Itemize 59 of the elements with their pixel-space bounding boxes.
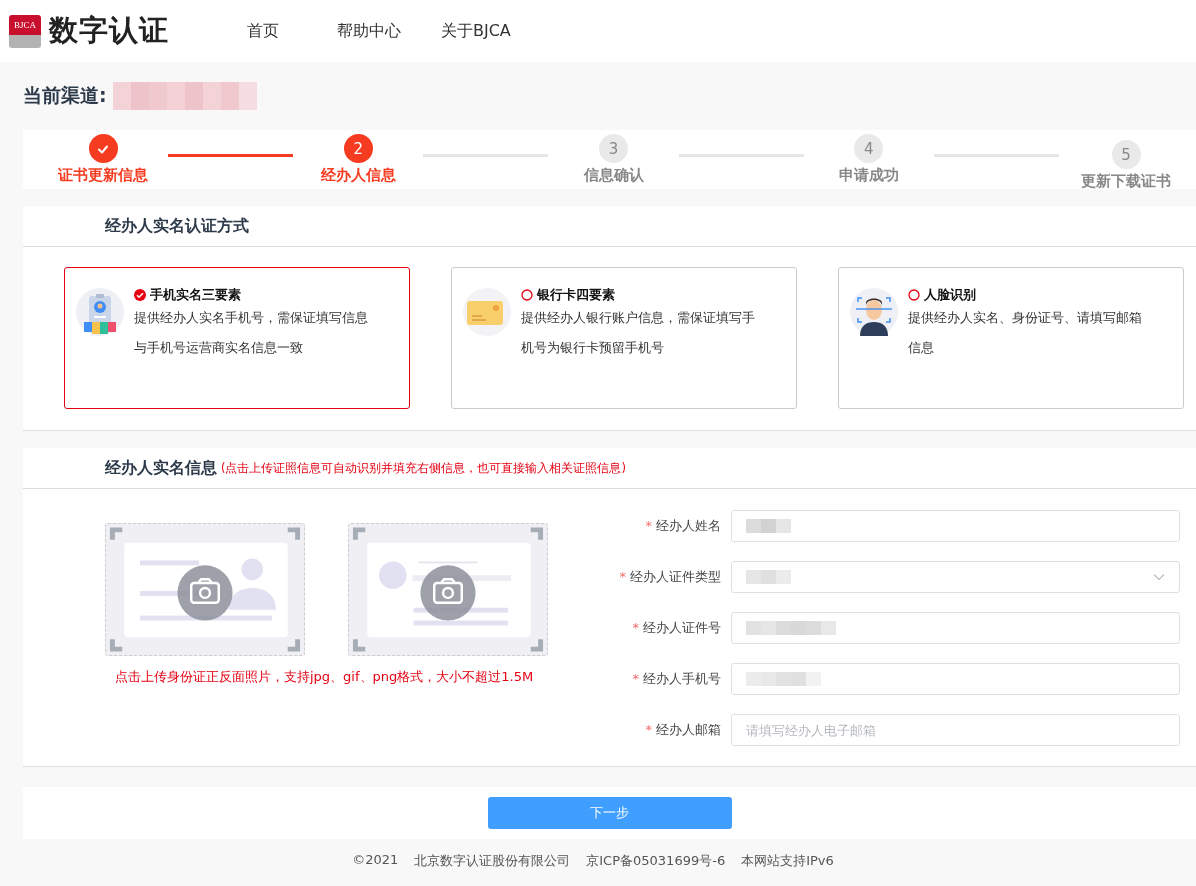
upload-area[interactable] [348,523,548,656]
method-title: 银行卡四要素 [537,286,615,304]
id-back-placeholder-icon [349,524,547,655]
required-mark: * [619,569,626,584]
radio-checked-icon [134,289,146,301]
step-number: 5 [1111,140,1141,169]
method-description: 提供经办人实名手机号，需保证填写信息与手机号运营商实名信息一致 [134,309,369,357]
upload-note: 点击上传身份证正反面照片，支持jpg、gif、png格式，大小不超过1.5M [115,668,535,686]
bank-card-icon [463,288,511,336]
channel-label: 当前渠道: [23,83,107,108]
nav-link[interactable]: 首页 [247,20,279,42]
upload-area[interactable] [105,523,305,656]
method-title: 手机实名三要素 [150,286,241,304]
id-front-placeholder-icon [106,524,304,655]
method-description: 提供经办人银行账户信息，需保证填写手机号为银行卡预留手机号 [521,309,756,357]
required-mark: * [632,620,639,635]
footer-text: 京ICP备05031699号-6 [586,852,726,870]
method-title: 人脸识别 [924,286,976,304]
required-mark: * [632,671,639,686]
method-card[interactable]: 银行卡四要素 提供经办人银行账户信息，需保证填写手机号为银行卡预留手机号 [451,267,797,409]
step-number: 4 [854,134,884,163]
logo-badge: BJCA [9,14,41,48]
footer-text: 本网站支持IPv6 [741,852,834,870]
id-card-phone-icon [76,288,124,336]
logo-text: 数字认证 [49,12,169,49]
chevron-down-icon [1153,573,1165,581]
nav-link[interactable]: 帮助中心 [337,20,401,42]
footer-text: ©2021 [352,852,399,869]
step-label: 证书更新信息 [58,166,148,185]
field-label: 经办人证件类型 [630,569,721,584]
field-label: 经办人手机号 [643,671,721,686]
step-label: 经办人信息 [320,166,396,185]
radio-icon [908,289,920,301]
method-card[interactable]: 人脸识别 提供经办人实名、身份证号、请填写邮箱信息 [838,267,1184,409]
required-mark: * [645,722,652,737]
input-field[interactable]: 请填写经办人电子邮箱 [731,714,1180,746]
select-field[interactable] [731,561,1180,593]
step-label: 信息确认 [583,166,644,185]
input-field[interactable] [731,510,1180,542]
field-label: 经办人邮箱 [656,722,721,737]
required-mark: * [645,518,652,533]
method-card[interactable]: 手机实名三要素 提供经办人实名手机号，需保证填写信息与手机号运营商实名信息一致 [64,267,410,409]
radio-icon [521,289,533,301]
section-hint: (点击上传证照信息可自动识别并填充右侧信息，也可直接输入相关证照信息) [221,460,626,476]
check-icon [88,134,118,163]
input-field[interactable] [731,663,1180,695]
field-label: 经办人姓名 [656,518,721,533]
field-label: 经办人证件号 [643,620,721,635]
step-number: 2 [343,134,373,163]
nav-link[interactable]: 关于BJCA [441,20,511,42]
footer-text: 北京数字认证股份有限公司 [414,852,571,870]
method-description: 提供经办人实名、身份证号、请填写邮箱信息 [908,309,1143,357]
step-label: 更新下载证书 [1081,172,1171,191]
section-title: 经办人实名信息 [105,457,217,479]
section-title: 经办人实名认证方式 [105,215,249,237]
step-number: 3 [599,134,628,163]
input-field[interactable] [731,612,1180,644]
face-scan-icon [850,288,898,336]
step-label: 申请成功 [838,166,899,185]
